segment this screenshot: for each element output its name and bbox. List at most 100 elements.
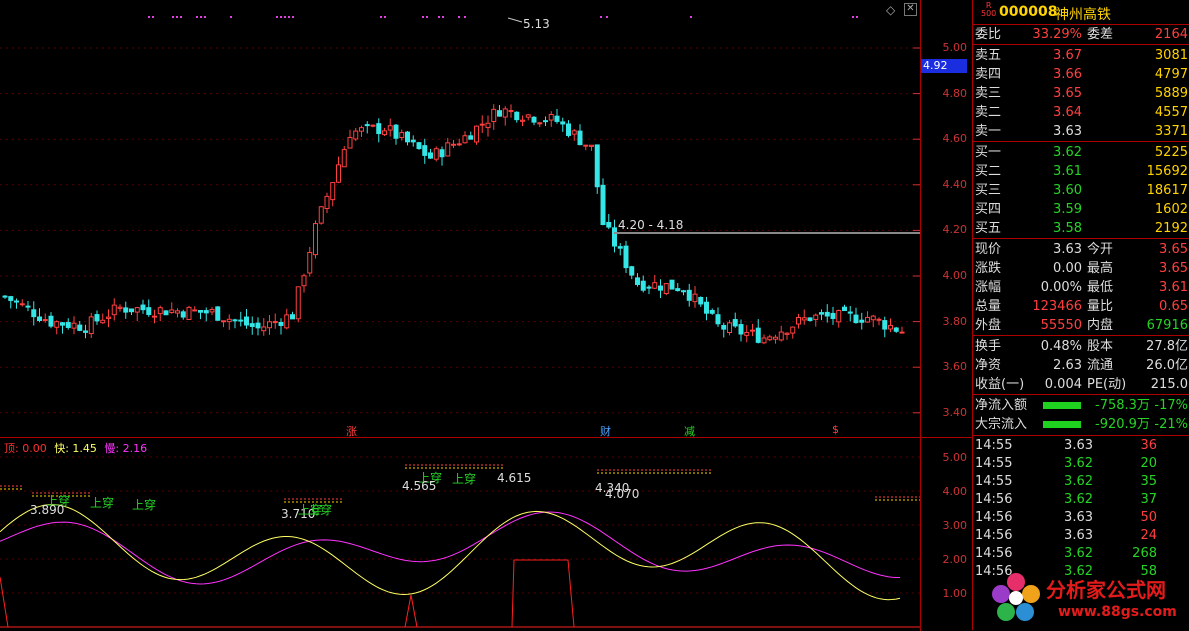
wei-row[interactable]: 委比 33.29% 委差 2164: [973, 25, 1189, 44]
candle[interactable]: [732, 312, 738, 328]
candle[interactable]: [508, 104, 514, 118]
candle[interactable]: [882, 316, 888, 338]
candle[interactable]: [31, 301, 37, 326]
candle[interactable]: [456, 138, 462, 147]
candles-group[interactable]: [2, 104, 905, 345]
candle[interactable]: [468, 131, 474, 140]
candle[interactable]: [675, 283, 681, 292]
candle[interactable]: [514, 111, 520, 123]
candle[interactable]: [221, 320, 226, 328]
candle[interactable]: [25, 300, 31, 312]
candle[interactable]: [773, 334, 778, 344]
bid-row[interactable]: 买四 3.59 1602: [973, 200, 1189, 219]
candle[interactable]: [560, 117, 566, 132]
candle[interactable]: [652, 275, 658, 290]
candle[interactable]: [543, 116, 548, 126]
candle[interactable]: [801, 309, 807, 325]
flow-row[interactable]: 净流入额 -758.3万 -17%: [973, 396, 1189, 415]
candle[interactable]: [278, 318, 284, 335]
candle[interactable]: [382, 127, 387, 137]
candle[interactable]: [387, 118, 393, 137]
candle[interactable]: [353, 127, 359, 142]
candle[interactable]: [232, 318, 238, 329]
candle[interactable]: [359, 125, 364, 137]
candle[interactable]: [324, 192, 330, 214]
bid-row[interactable]: 买五 3.58 2192: [973, 219, 1189, 238]
candle[interactable]: [485, 115, 491, 137]
candle[interactable]: [37, 308, 42, 323]
bid-row[interactable]: 买一 3.62 5225: [973, 143, 1189, 162]
candle[interactable]: [462, 131, 468, 144]
candle[interactable]: [198, 310, 203, 320]
candle[interactable]: [698, 296, 704, 307]
candle[interactable]: [824, 304, 830, 323]
candle[interactable]: [479, 115, 485, 133]
candle[interactable]: [301, 273, 307, 293]
bid-row[interactable]: 买三 3.60 18617: [973, 181, 1189, 200]
candle[interactable]: [629, 265, 635, 280]
candle[interactable]: [318, 205, 324, 225]
candle[interactable]: [842, 304, 847, 312]
candle[interactable]: [847, 305, 853, 322]
candle[interactable]: [681, 289, 686, 296]
candle[interactable]: [186, 305, 192, 321]
candle[interactable]: [761, 334, 767, 345]
candle[interactable]: [853, 307, 859, 324]
candle[interactable]: [157, 305, 163, 322]
candle[interactable]: [284, 308, 290, 330]
candle[interactable]: [433, 146, 439, 162]
candle[interactable]: [83, 324, 88, 339]
fin-row[interactable]: 换手 0.48% 股本 27.8亿: [973, 337, 1189, 356]
candle[interactable]: [899, 326, 905, 334]
candle[interactable]: [226, 314, 232, 330]
candle[interactable]: [796, 313, 801, 329]
candle[interactable]: [100, 313, 106, 324]
flow-row[interactable]: 大宗流入 -920.9万 -21%: [973, 415, 1189, 434]
candle[interactable]: [893, 326, 899, 333]
candle[interactable]: [238, 311, 244, 327]
candle[interactable]: [54, 320, 60, 335]
candle[interactable]: [209, 307, 215, 316]
candle[interactable]: [531, 115, 537, 126]
candle[interactable]: [715, 307, 721, 327]
candle[interactable]: [347, 129, 353, 149]
candle[interactable]: [813, 313, 819, 327]
candle[interactable]: [727, 319, 732, 336]
candle[interactable]: [370, 124, 376, 128]
candle[interactable]: [600, 178, 606, 226]
candle[interactable]: [658, 279, 663, 299]
candle[interactable]: [830, 306, 836, 325]
candle[interactable]: [295, 286, 301, 323]
candle[interactable]: [140, 299, 146, 314]
candle[interactable]: [134, 306, 140, 322]
candle[interactable]: [525, 114, 531, 121]
candle[interactable]: [2, 295, 8, 299]
ask-row[interactable]: 卖五 3.67 3081: [973, 46, 1189, 65]
candle[interactable]: [865, 311, 870, 323]
candle[interactable]: [364, 121, 370, 134]
candle[interactable]: [577, 124, 583, 146]
candle[interactable]: [589, 144, 594, 151]
candle[interactable]: [669, 279, 675, 290]
candlestick-chart[interactable]: 4.20 - 4.18 5.13: [0, 0, 920, 437]
ask-row[interactable]: 卖一 3.63 3371: [973, 122, 1189, 141]
candle[interactable]: [14, 298, 19, 309]
candle[interactable]: [146, 299, 152, 317]
candle[interactable]: [566, 120, 571, 138]
candle[interactable]: [721, 322, 727, 338]
candle[interactable]: [520, 115, 525, 127]
candle[interactable]: [163, 310, 169, 316]
candle[interactable]: [267, 314, 272, 335]
candle[interactable]: [169, 302, 175, 314]
ask-row[interactable]: 卖四 3.66 4797: [973, 65, 1189, 84]
candle[interactable]: [255, 317, 261, 336]
candle[interactable]: [77, 321, 83, 332]
diamond-icon[interactable]: ◇: [886, 3, 895, 17]
candle[interactable]: [640, 275, 646, 293]
stat-row[interactable]: 现价 3.63 今开 3.65: [973, 240, 1189, 259]
candle[interactable]: [807, 317, 813, 322]
candle[interactable]: [192, 306, 198, 312]
candle[interactable]: [88, 312, 94, 339]
candle[interactable]: [819, 309, 824, 321]
candle[interactable]: [307, 246, 313, 277]
